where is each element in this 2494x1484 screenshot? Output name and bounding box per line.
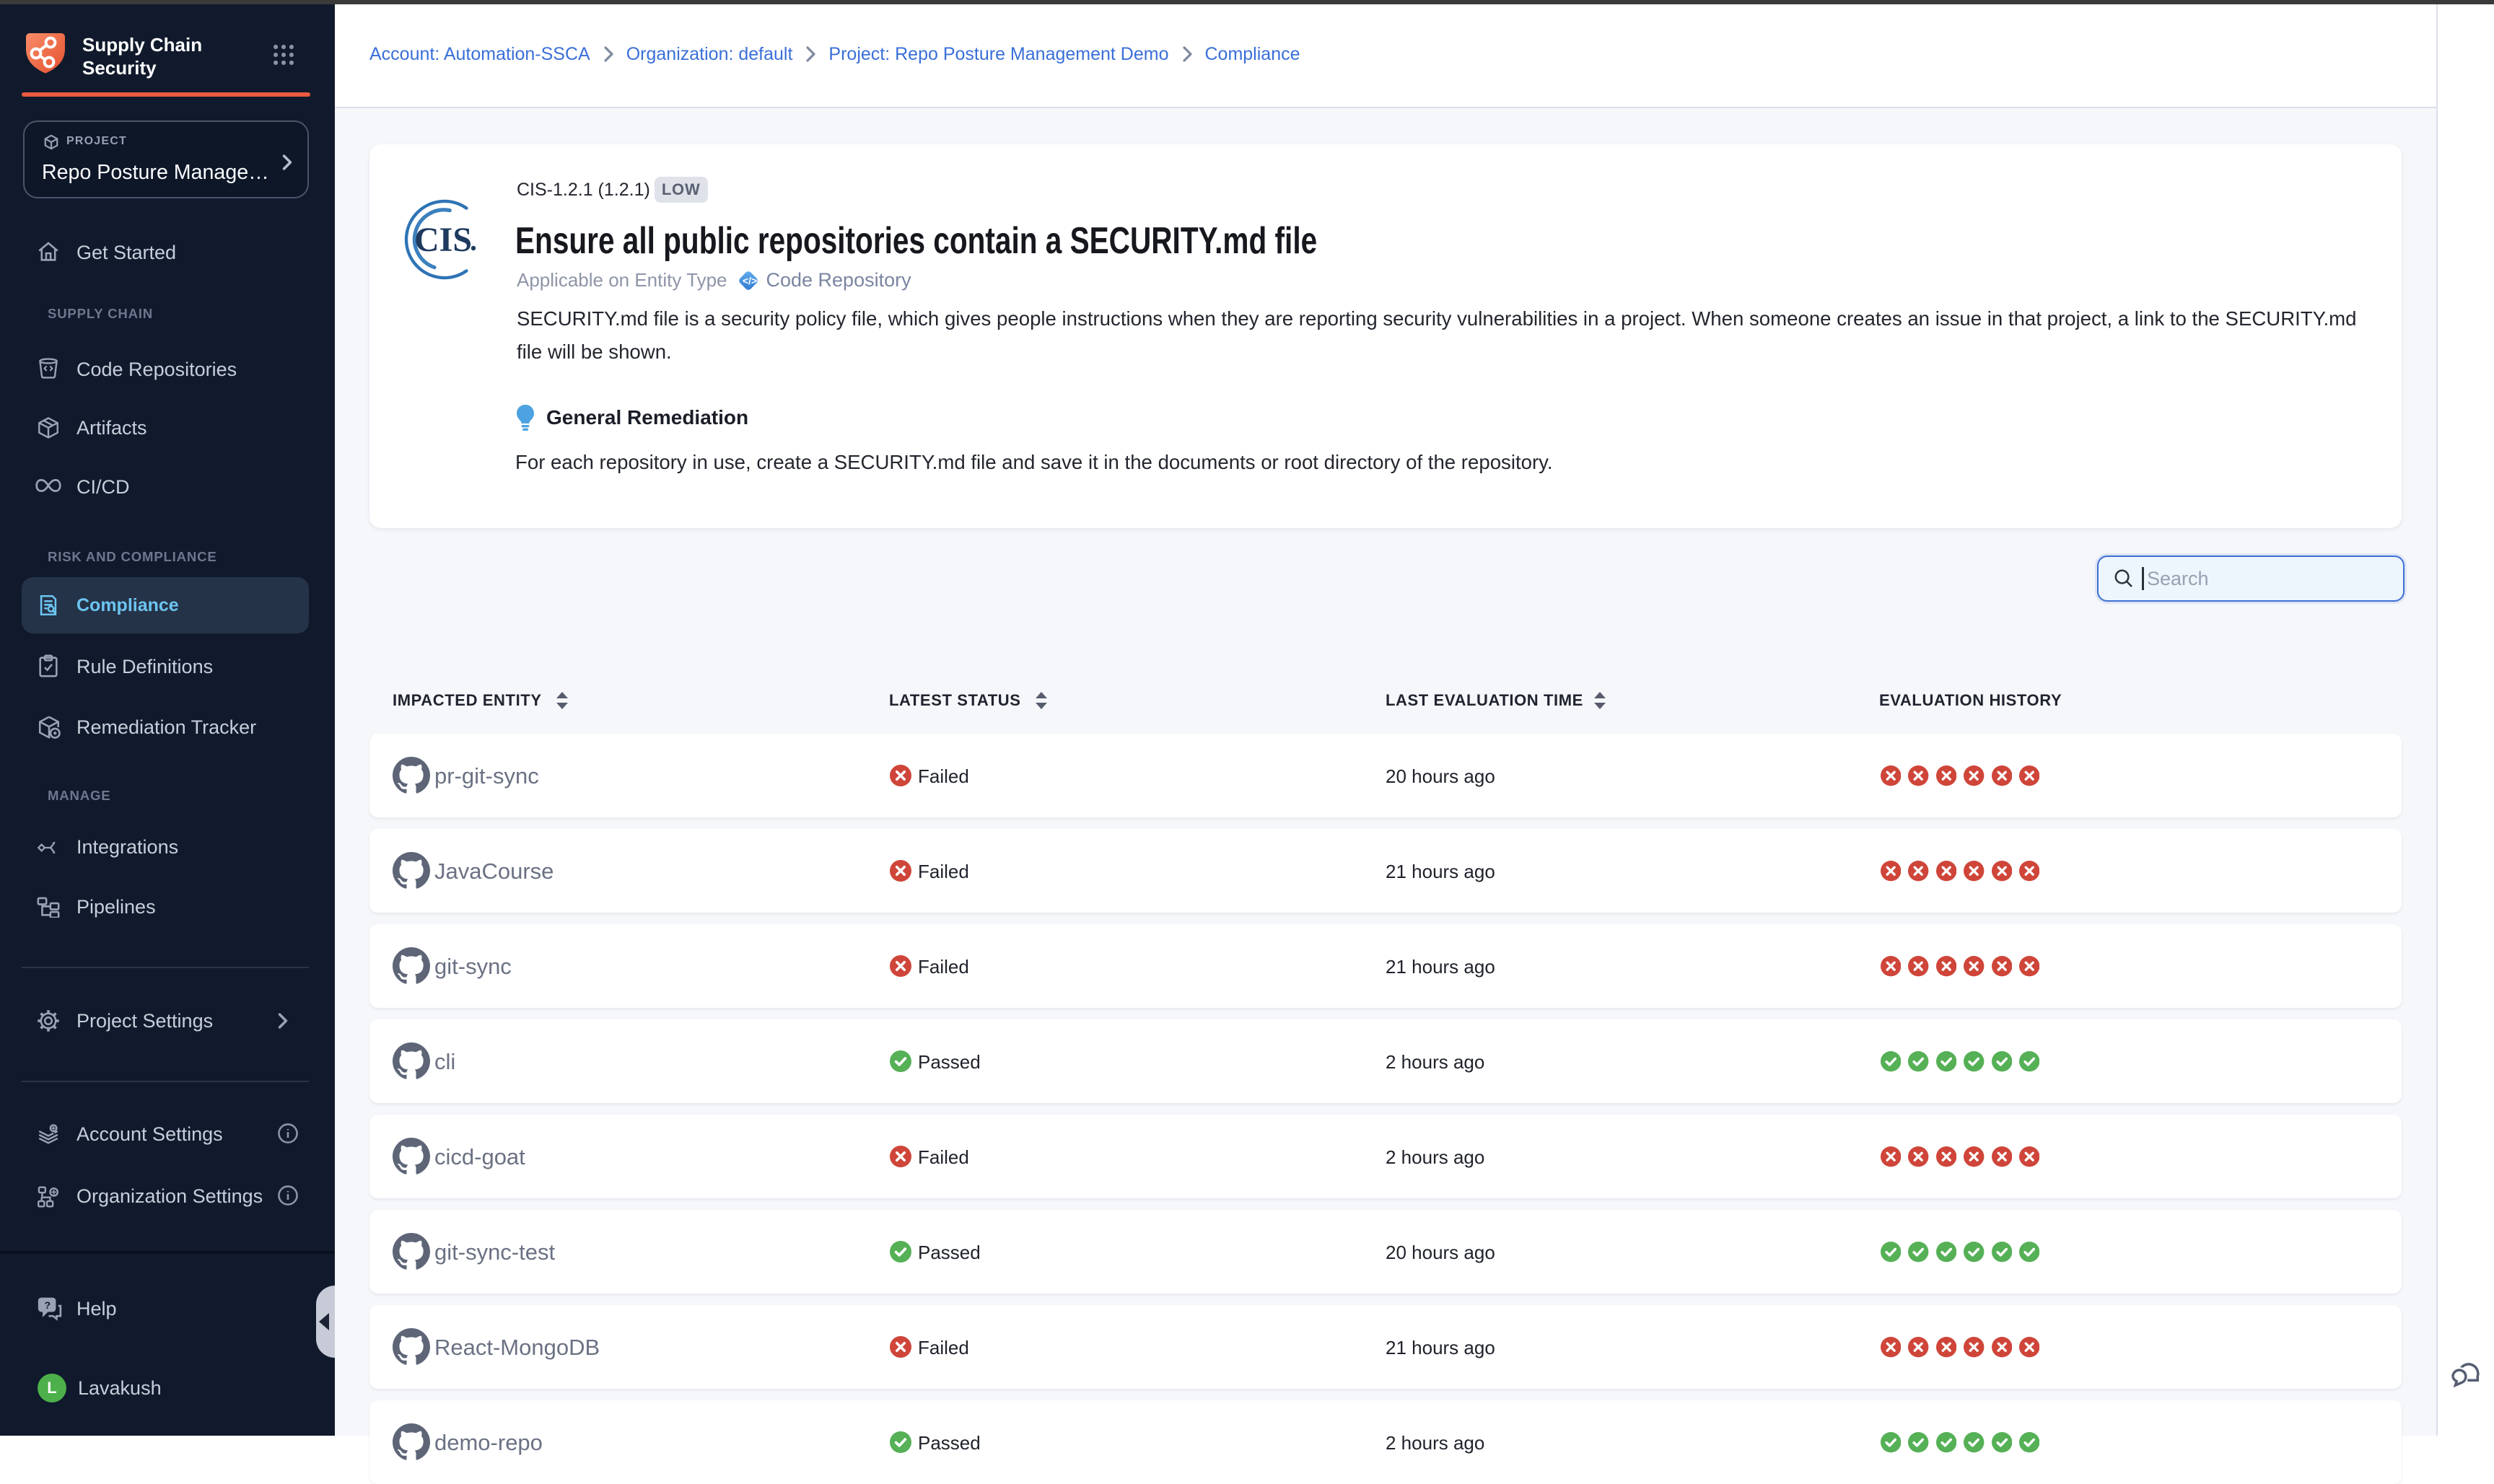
svg-text:CIS: CIS <box>414 221 472 259</box>
svg-text:?: ? <box>44 1299 51 1311</box>
svg-text:</>: </> <box>743 275 757 286</box>
